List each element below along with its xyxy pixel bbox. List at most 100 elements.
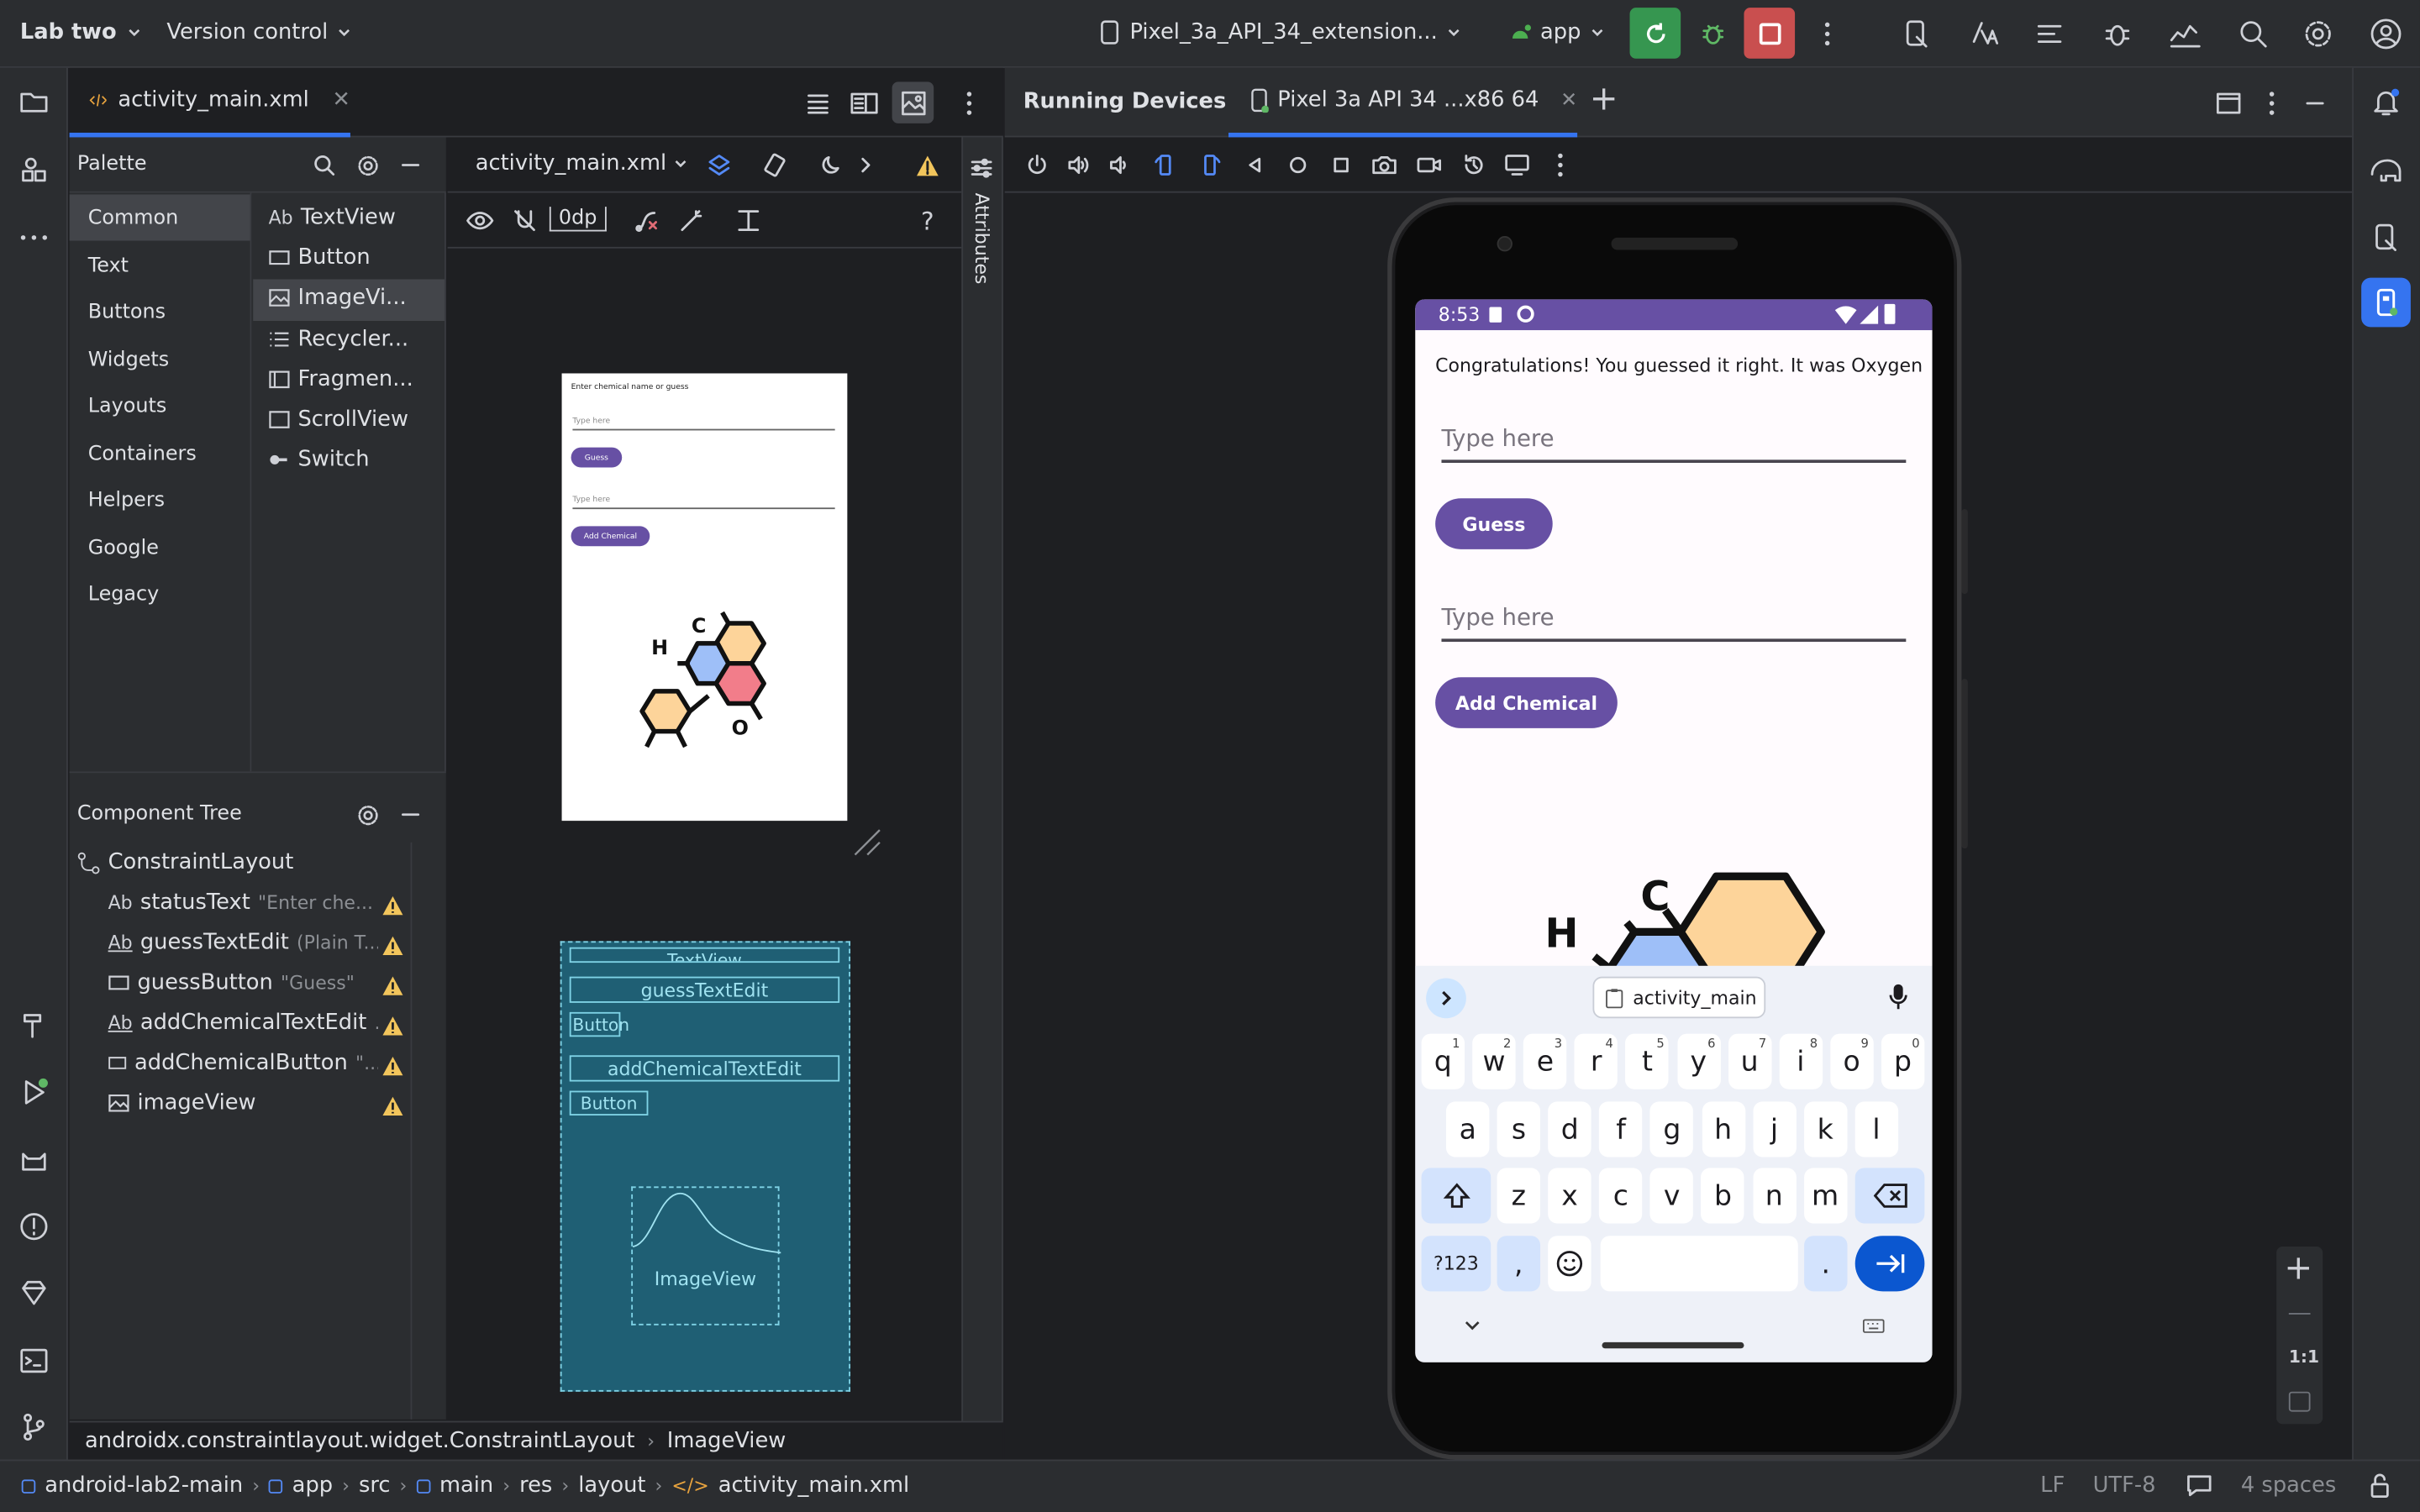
device-panel-minimize-button[interactable] [2296, 85, 2333, 122]
palette-item-5[interactable]: ScrollView [269, 407, 408, 432]
home-button[interactable] [1281, 148, 1314, 181]
key-c[interactable]: c [1599, 1168, 1643, 1224]
layout-warnings-button[interactable] [911, 148, 944, 181]
tree-root-row[interactable]: ConstraintLayout [77, 850, 293, 874]
clear-constraints-button[interactable] [629, 203, 663, 237]
running-devices-tool-button[interactable] [2361, 277, 2411, 328]
design-view-button[interactable] [892, 81, 934, 123]
palette-item-0[interactable]: Ab TextView [269, 205, 396, 229]
code-view-button[interactable] [799, 85, 836, 122]
back-button[interactable] [1238, 148, 1271, 181]
palette-category-containers[interactable]: Containers [88, 442, 197, 465]
design-preview[interactable]: Enter chemical name or guess Type here G… [561, 373, 848, 822]
key-t[interactable]: t5 [1625, 1033, 1670, 1089]
shift-key[interactable] [1421, 1168, 1491, 1224]
tree-item-guessTextEdit[interactable]: Ab guessTextEdit (Plain T... [108, 931, 378, 955]
app-inspection-button[interactable] [13, 1138, 55, 1181]
zoom-fit-button[interactable] [2288, 1391, 2311, 1412]
tree-item-addChemicalTextEdit[interactable]: Ab addChemicalTextEdit... [108, 1011, 378, 1035]
project-tool-button[interactable] [13, 81, 55, 123]
symbols-key[interactable]: ?123 [1421, 1236, 1491, 1292]
tree-item-addChemicalButton[interactable]: addChemicalButton "... [108, 1051, 378, 1075]
tree-item-imageView[interactable]: imageView [108, 1091, 378, 1116]
key-e[interactable]: e3 [1523, 1033, 1567, 1089]
palette-item-4[interactable]: Fragmen... [269, 367, 413, 391]
breadcrumb-imageview[interactable]: ImageView [667, 1429, 786, 1453]
line-separator[interactable]: LF [2040, 1473, 2065, 1498]
key-g[interactable]: g [1650, 1101, 1694, 1158]
rerun-button[interactable] [1629, 8, 1681, 59]
palette-category-layouts[interactable]: Layouts [88, 395, 167, 418]
clipboard-suggestion-chip[interactable]: activity_main [1592, 976, 1766, 1019]
problems-tool-button[interactable] [13, 1205, 55, 1247]
palette-minimize-button[interactable] [393, 148, 427, 181]
warning-icon[interactable] [381, 1016, 405, 1037]
stop-button[interactable] [1744, 8, 1796, 59]
key-u[interactable]: u7 [1728, 1033, 1771, 1089]
key-r[interactable]: r4 [1574, 1033, 1618, 1089]
more-design-options-button[interactable] [852, 148, 880, 181]
view-options-button[interactable] [463, 203, 497, 237]
device-explorer-button[interactable] [2365, 216, 2407, 259]
key-m[interactable]: m [1803, 1168, 1847, 1224]
more-tools-button[interactable] [13, 216, 55, 259]
rotate-right-button[interactable] [1193, 148, 1227, 181]
split-view-button[interactable] [846, 85, 883, 122]
status-path-item[interactable]: main [439, 1473, 493, 1498]
key-y[interactable]: y6 [1676, 1033, 1721, 1089]
lock-status[interactable] [2365, 1472, 2396, 1499]
more-actions-button[interactable] [1809, 13, 1846, 55]
indent-setting[interactable]: 4 spaces [2241, 1473, 2336, 1498]
resource-manager-button[interactable] [13, 148, 55, 191]
key-s[interactable]: s [1497, 1101, 1541, 1158]
search-button[interactable] [2232, 13, 2275, 55]
warning-icon[interactable] [381, 1095, 405, 1117]
palette-category-widgets[interactable]: Widgets [88, 348, 170, 371]
key-l[interactable]: l [1854, 1101, 1898, 1158]
layout-file-selector[interactable]: activity_main.xml [476, 151, 688, 176]
comma-key[interactable]: , [1497, 1236, 1541, 1292]
zoom-reset-button[interactable]: 1:1 [2289, 1347, 2319, 1367]
palette-item-1[interactable]: Button [269, 245, 371, 270]
key-z[interactable]: z [1497, 1168, 1541, 1224]
key-q[interactable]: q1 [1421, 1033, 1465, 1089]
warning-icon[interactable] [381, 975, 405, 997]
mirror-device-button[interactable] [1500, 148, 1534, 181]
power-button[interactable] [1020, 148, 1054, 181]
backspace-key[interactable] [1854, 1168, 1925, 1224]
file-encoding[interactable]: UTF-8 [2093, 1473, 2156, 1498]
guidelines-button[interactable] [732, 203, 765, 237]
tree-item-guessButton[interactable]: guessButton "Guess" [108, 970, 378, 995]
key-w[interactable]: w2 [1472, 1033, 1516, 1089]
key-b[interactable]: b [1701, 1168, 1745, 1224]
git-tool-button[interactable] [13, 1405, 55, 1448]
key-i[interactable]: i8 [1779, 1033, 1823, 1089]
run-tool-button[interactable] [13, 1071, 55, 1114]
account-button[interactable] [2365, 13, 2407, 55]
palette-category-buttons[interactable]: Buttons [88, 301, 166, 324]
palette-item-2[interactable]: ImageVi... [269, 286, 407, 311]
palette-category-text[interactable]: Text [88, 254, 129, 277]
palette-category-legacy[interactable]: Legacy [88, 583, 160, 606]
key-d[interactable]: d [1548, 1101, 1591, 1158]
add-chemical-button[interactable]: Add Chemical [1435, 677, 1618, 728]
key-f[interactable]: f [1599, 1101, 1643, 1158]
project-menu[interactable]: Lab two [20, 20, 141, 45]
tree-minimize-button[interactable] [393, 798, 427, 832]
settings-button[interactable] [2296, 13, 2339, 55]
overview-button[interactable] [1324, 148, 1358, 181]
period-key[interactable]: . [1804, 1236, 1848, 1292]
layout-toggle-button[interactable] [2210, 85, 2247, 122]
key-n[interactable]: n [1752, 1168, 1797, 1224]
palette-category-google[interactable]: Google [88, 536, 159, 559]
status-path-item[interactable]: activity_main.xml [718, 1473, 909, 1498]
palette-category-helpers[interactable]: Helpers [88, 489, 165, 512]
run-config-selector[interactable]: app [1509, 20, 1606, 45]
build-tool-button[interactable] [13, 1003, 55, 1046]
guess-button[interactable]: Guess [1435, 498, 1553, 549]
key-k[interactable]: k [1803, 1101, 1847, 1158]
editor-tab-activity-main[interactable]: activity_main.xml ✕ [69, 68, 350, 138]
key-p[interactable]: p0 [1881, 1033, 1925, 1089]
warning-icon[interactable] [381, 935, 405, 957]
status-path-item[interactable]: android-lab2-main [45, 1473, 243, 1498]
